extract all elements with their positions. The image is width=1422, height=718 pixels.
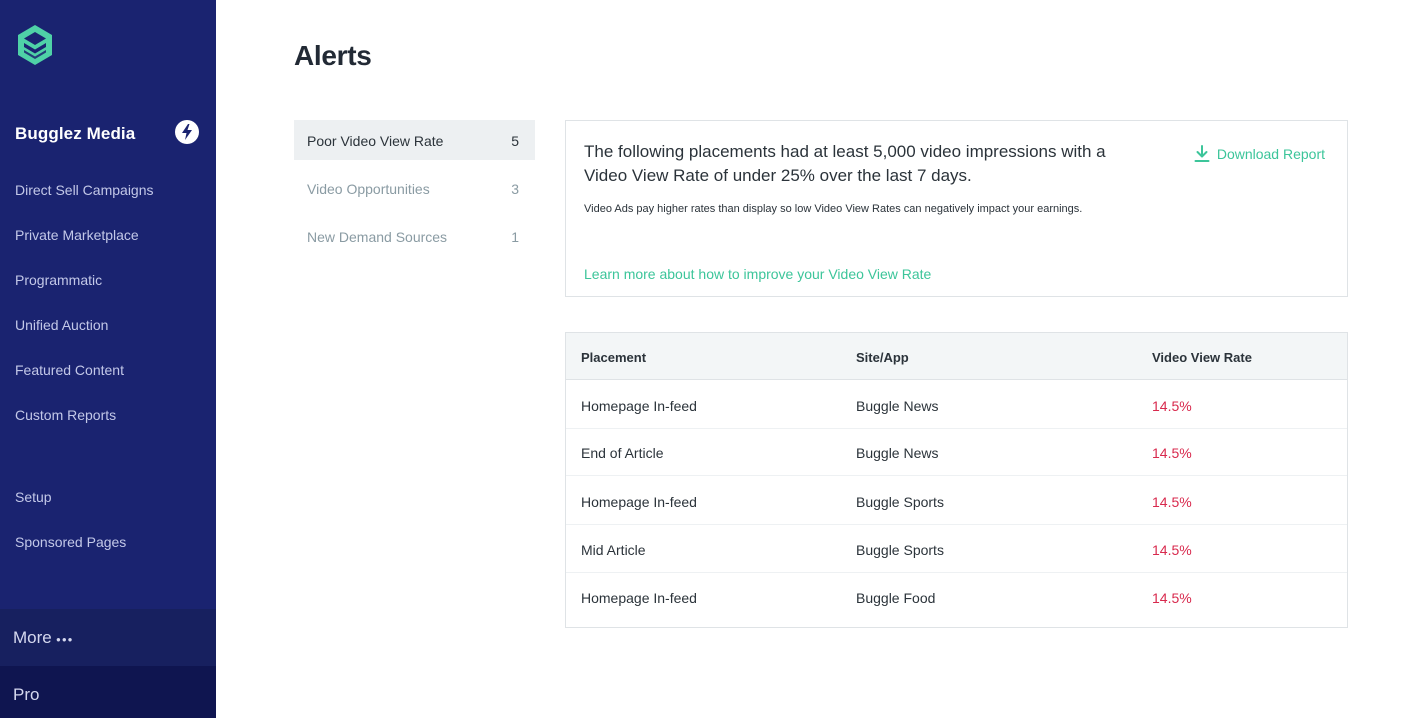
column-header-placement[interactable]: Placement <box>581 350 646 365</box>
alert-label: Poor Video View Rate <box>307 133 444 149</box>
placement-cell: Mid Article <box>581 542 646 558</box>
video-view-rate-cell: 14.5% <box>1152 542 1192 558</box>
site-app-cell: Buggle Sports <box>856 494 944 510</box>
pro-label: Pro <box>13 685 40 704</box>
placement-cell: Homepage In-feed <box>581 590 697 606</box>
video-view-rate-cell: 14.5% <box>1152 445 1192 461</box>
placement-cell: Homepage In-feed <box>581 494 697 510</box>
alert-label: New Demand Sources <box>307 229 448 245</box>
video-view-rate-cell: 14.5% <box>1152 398 1192 414</box>
table-row[interactable]: Mid Article Buggle Sports 14.5% <box>566 525 1347 573</box>
nav-item-custom-reports[interactable]: Custom Reports <box>15 407 116 423</box>
alert-item-video-opportunities[interactable]: Video Opportunities 3 <box>294 168 535 208</box>
download-report-button[interactable]: Download Report <box>1194 145 1325 163</box>
nav-item-setup[interactable]: Setup <box>15 489 52 505</box>
more-menu-button[interactable]: More ●●● <box>0 609 216 666</box>
brand-name: Bugglez Media <box>15 124 136 143</box>
alert-info-card: The following placements had at least 5,… <box>565 120 1348 297</box>
page-title: Alerts <box>294 40 372 71</box>
column-header-site-app[interactable]: Site/App <box>856 350 909 365</box>
site-app-cell: Buggle News <box>856 445 939 461</box>
column-header-video-view-rate[interactable]: Video View Rate <box>1152 350 1252 365</box>
table-row[interactable]: Homepage In-feed Buggle Sports 14.5% <box>566 477 1347 525</box>
alert-count: 3 <box>511 181 519 197</box>
site-app-cell: Buggle Sports <box>856 542 944 558</box>
site-app-cell: Buggle Food <box>856 590 936 606</box>
nav-item-direct-sell-campaigns[interactable]: Direct Sell Campaigns <box>15 182 154 198</box>
nav-item-programmatic[interactable]: Programmatic <box>15 272 102 288</box>
download-report-label: Download Report <box>1216 146 1325 162</box>
alert-item-poor-video-view-rate[interactable]: Poor Video View Rate 5 <box>294 120 535 160</box>
alert-description: Video Ads pay higher rates than display … <box>584 203 1083 215</box>
site-app-cell: Buggle News <box>856 398 939 414</box>
alert-item-new-demand-sources[interactable]: New Demand Sources 1 <box>294 216 535 256</box>
table-row[interactable]: Homepage In-feed Buggle News 14.5% <box>566 381 1347 429</box>
lightning-bolt-icon[interactable] <box>175 120 199 144</box>
alert-headline: The following placements had at least 5,… <box>584 142 1106 185</box>
table-row[interactable]: End of Article Buggle News 14.5% <box>566 428 1347 476</box>
table-header: Placement Site/App Video View Rate <box>566 333 1347 380</box>
sidebar: Bugglez Media Direct Sell Campaigns Priv… <box>0 0 216 718</box>
table-row[interactable]: Homepage In-feed Buggle Food 14.5% <box>566 573 1347 621</box>
download-icon <box>1194 145 1210 162</box>
nav-item-private-marketplace[interactable]: Private Marketplace <box>15 227 139 243</box>
video-view-rate-cell: 14.5% <box>1152 590 1192 606</box>
alert-list: Poor Video View Rate 5 Video Opportuniti… <box>294 120 535 264</box>
nav-item-featured-content[interactable]: Featured Content <box>15 362 124 378</box>
placement-cell: Homepage In-feed <box>581 398 697 414</box>
placements-table: Placement Site/App Video View Rate Homep… <box>565 332 1348 628</box>
more-label: More <box>13 628 52 647</box>
learn-more-link[interactable]: Learn more about how to improve your Vid… <box>584 266 931 282</box>
nav-item-sponsored-pages[interactable]: Sponsored Pages <box>15 534 126 550</box>
alert-count: 5 <box>511 133 519 149</box>
brand-row: Bugglez Media <box>15 120 201 148</box>
pro-button[interactable]: Pro <box>0 666 216 718</box>
app-root: Bugglez Media Direct Sell Campaigns Priv… <box>0 0 1422 718</box>
video-view-rate-cell: 14.5% <box>1152 494 1192 510</box>
more-dots-icon: ●●● <box>56 635 74 644</box>
nav-item-unified-auction[interactable]: Unified Auction <box>15 317 108 333</box>
bugglez-logo-icon[interactable] <box>16 24 54 66</box>
alert-label: Video Opportunities <box>307 181 430 197</box>
alert-count: 1 <box>511 229 519 245</box>
placement-cell: End of Article <box>581 445 664 461</box>
